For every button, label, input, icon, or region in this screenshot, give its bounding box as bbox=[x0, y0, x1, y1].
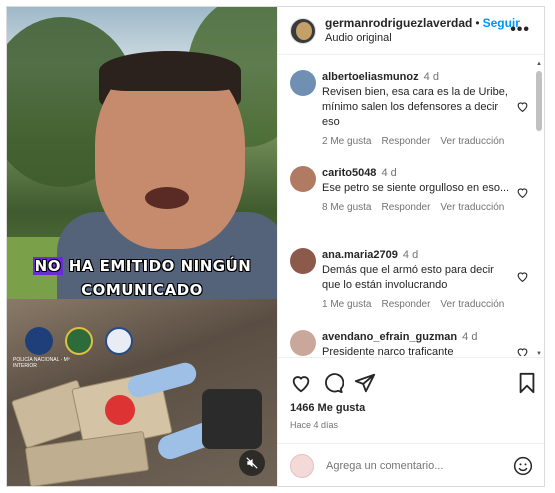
comment-time[interactable]: 4 d bbox=[403, 249, 418, 261]
translate-link[interactable]: Ver traducción bbox=[440, 299, 504, 310]
comment-input[interactable] bbox=[326, 460, 496, 472]
scroll-up-arrow-icon[interactable]: ▲ bbox=[536, 61, 542, 67]
comment-time[interactable]: 4 d bbox=[382, 167, 397, 179]
emoji-icon bbox=[513, 456, 533, 476]
comment: carito5048 4 d Ese petro se siente orgul… bbox=[290, 166, 528, 236]
heart-icon bbox=[517, 272, 528, 283]
author-avatar[interactable] bbox=[290, 17, 316, 44]
video-caption-line2: COMUNICADO bbox=[81, 281, 203, 299]
current-user-avatar bbox=[290, 454, 314, 478]
commenter-avatar[interactable] bbox=[290, 166, 316, 192]
comment-text: Demás que el armó esto para decir que lo… bbox=[322, 264, 494, 291]
speaker-muted-icon bbox=[246, 457, 258, 469]
comment-text: Revisen bien, esa cara es la de Uribe, m… bbox=[322, 86, 508, 128]
comment: avendano_efrain_guzman 4 d Presidente na… bbox=[290, 330, 528, 356]
heart-icon bbox=[292, 376, 310, 393]
post-timestamp[interactable]: Hace 4 días bbox=[290, 420, 338, 430]
comment: albertoeliasmunoz 4 d Revisen bien, esa … bbox=[290, 70, 528, 150]
comment-username[interactable]: avendano_efrain_guzman bbox=[322, 331, 457, 343]
comment-username[interactable]: carito5048 bbox=[322, 167, 376, 179]
emoji-button[interactable] bbox=[513, 456, 533, 481]
commenter-avatar[interactable] bbox=[290, 330, 316, 356]
video-caption-line1: NO HA EMITIDO NINGÚN bbox=[32, 257, 252, 275]
heart-icon bbox=[517, 348, 528, 356]
more-options-button[interactable]: ••• bbox=[510, 21, 530, 39]
heart-icon bbox=[517, 188, 528, 199]
scroll-thumb[interactable] bbox=[536, 71, 542, 131]
bookmark-icon bbox=[519, 372, 535, 394]
share-button[interactable] bbox=[354, 372, 376, 394]
comment-time[interactable]: 4 d bbox=[424, 71, 439, 83]
comment-button[interactable] bbox=[322, 372, 345, 394]
post-video[interactable]: NO HA EMITIDO NINGÚN COMUNICADO POLICÍA … bbox=[7, 7, 277, 486]
comment-like-button[interactable] bbox=[516, 100, 529, 116]
video-frame-top bbox=[7, 7, 277, 302]
save-button[interactable] bbox=[516, 372, 538, 394]
send-icon bbox=[354, 373, 376, 393]
post-header: germanrodriguezlaverdad • Seguir Audio ori… bbox=[278, 7, 544, 55]
comment-username[interactable]: ana.maria2709 bbox=[322, 249, 398, 261]
reply-button[interactable]: Responder bbox=[381, 299, 430, 310]
author-username[interactable]: germanrodriguezlaverdad bbox=[325, 16, 472, 30]
audio-link[interactable]: Audio original bbox=[325, 31, 520, 46]
comment-icon bbox=[325, 373, 345, 394]
heart-icon bbox=[517, 102, 528, 113]
commenter-avatar[interactable] bbox=[290, 70, 316, 96]
likes-count[interactable]: 1466 Me gusta bbox=[290, 402, 365, 414]
comments-list[interactable]: albertoeliasmunoz 4 d Revisen bien, esa … bbox=[278, 56, 544, 356]
comment-like-button[interactable] bbox=[516, 270, 529, 286]
commenter-avatar[interactable] bbox=[290, 248, 316, 274]
comment-time[interactable]: 4 d bbox=[462, 331, 477, 343]
add-comment-bar bbox=[278, 443, 544, 486]
post-actions: 1466 Me gusta Hace 4 días bbox=[278, 357, 544, 443]
police-badge-icon bbox=[25, 327, 53, 355]
post-sidebar: germanrodriguezlaverdad • Seguir Audio ori… bbox=[277, 7, 544, 486]
comment-text: Presidente narco traficante bbox=[322, 346, 454, 356]
comment-like-button[interactable] bbox=[516, 186, 529, 202]
colombia-police-emblem-icon bbox=[65, 327, 93, 355]
mute-button[interactable] bbox=[239, 450, 265, 476]
translate-link[interactable]: Ver traducción bbox=[440, 202, 504, 213]
post-modal: NO HA EMITIDO NINGÚN COMUNICADO POLICÍA … bbox=[6, 6, 545, 487]
like-button[interactable] bbox=[290, 372, 312, 394]
reply-button[interactable]: Responder bbox=[381, 136, 430, 147]
comment-likes[interactable]: 2 Me gusta bbox=[322, 136, 371, 147]
agency-label: POLICÍA NACIONAL · Mº INTERIOR bbox=[13, 357, 70, 369]
comment: ana.maria2709 4 d Demás que el armó esto… bbox=[290, 248, 528, 318]
video-frame-bottom: POLICÍA NACIONAL · Mº INTERIOR bbox=[7, 299, 277, 486]
comment-text: Ese petro se siente orgulloso en eso... bbox=[322, 182, 510, 194]
translate-link[interactable]: Ver traducción bbox=[440, 136, 504, 147]
comment-like-button[interactable] bbox=[516, 346, 529, 356]
more-horizontal-icon: ••• bbox=[510, 21, 530, 38]
comment-likes[interactable]: 1 Me gusta bbox=[322, 299, 371, 310]
reply-button[interactable]: Responder bbox=[381, 202, 430, 213]
comment-likes[interactable]: 8 Me gusta bbox=[322, 202, 371, 213]
comment-username[interactable]: albertoeliasmunoz bbox=[322, 71, 419, 83]
comments-scrollbar[interactable]: ▲ ▼ bbox=[534, 59, 544, 357]
homeland-security-seal-icon bbox=[105, 327, 133, 355]
